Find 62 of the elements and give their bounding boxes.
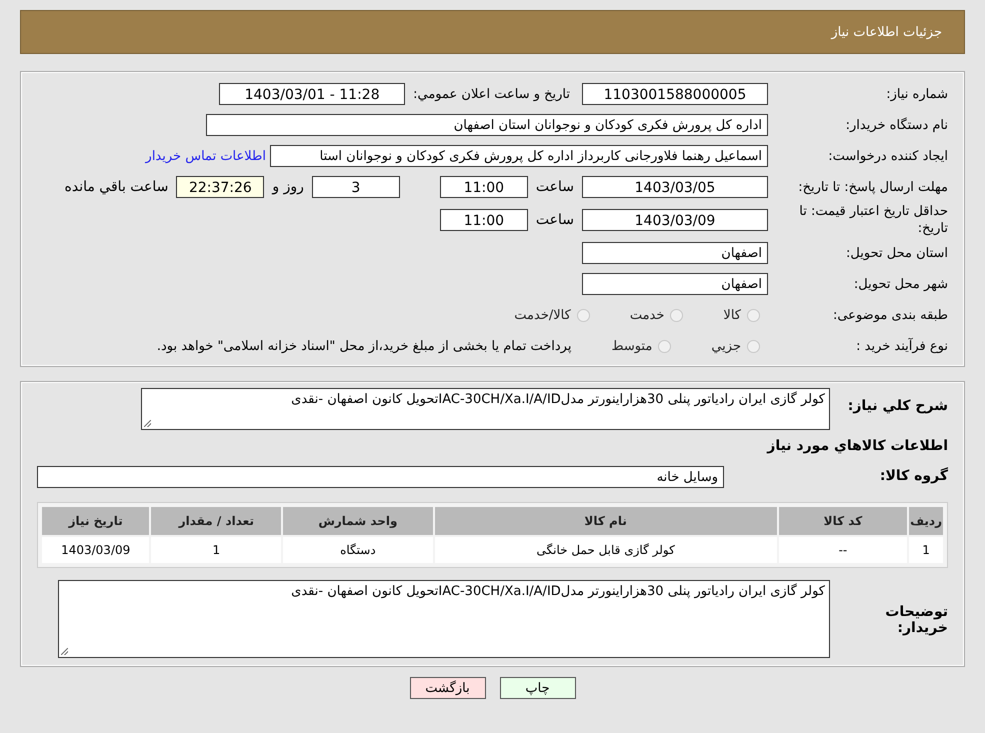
column-header: ردیف (909, 507, 943, 535)
goods-group-field: وسایل خانه (37, 466, 724, 488)
days-label: روز و (272, 179, 304, 195)
announce-date-field: 1403/03/01 - 11:28 (219, 83, 406, 105)
time-label: ساعت (536, 179, 574, 195)
field-label: شماره نیاز: (885, 86, 948, 102)
field-label: حداقل تاریخ اعتبار قیمت: تا تاریخ: (798, 203, 948, 237)
days-field: 3 (312, 176, 400, 198)
field-label: ایجاد کننده درخواست: (827, 148, 948, 164)
province-field: اصفهان (582, 242, 768, 264)
radio-label: کالا (723, 308, 741, 322)
description-field[interactable]: کولر گازی ایران رادیاتور پنلی 30هزاراینورتر مدلIAC-30CH/Xa.I/A/IDتحویل کانون اصفهان -نقدی (141, 388, 830, 430)
field-label: شهر محل تحویل: (852, 276, 948, 292)
radio-button[interactable] (658, 340, 672, 352)
radio-label: خدمت (630, 308, 664, 322)
resize-grip-icon[interactable] (61, 648, 68, 655)
field-label: استان محل تحویل: (845, 244, 948, 262)
column-header: تاریخ نیاز (42, 507, 150, 535)
remaining-label: ساعت باقي مانده (64, 179, 168, 195)
field-label: نوع فرآیند خرید : (855, 338, 948, 354)
radio-button[interactable] (747, 340, 760, 352)
column-header: کد کالا (778, 507, 908, 535)
table-cell: دستگاه (283, 537, 433, 563)
date-field: 1403/03/09 (582, 209, 768, 231)
field-label: مهلت ارسال پاسخ: تا تاریخ: (797, 178, 948, 196)
time-field: 11:00 (440, 176, 528, 198)
table-cell: 1403/03/09 (42, 537, 150, 563)
field-label: نام دستگاه خریدار: (844, 116, 948, 134)
radio-button[interactable] (747, 308, 760, 322)
field-label: گروه کالا: (878, 466, 948, 484)
buyer-org-field: اداره کل پرورش فکری کودکان و نوجوانان استان اصفهان (206, 114, 768, 136)
back-button[interactable]: بازگشت (410, 677, 486, 699)
payment-note: پرداخت تمام یا بخشی از مبلغ خرید،از محل "اسناد خزانه اسلامی" خواهد بود. (156, 338, 572, 354)
time-field: 11:00 (440, 209, 528, 231)
resize-grip-icon[interactable] (144, 420, 151, 427)
table-cell: کولر گازی قابل حمل خانگی (434, 537, 777, 563)
column-header: نام کالا (434, 507, 777, 535)
field-label: تاریخ و ساعت اعلان عمومي: (413, 86, 570, 102)
radio-label: کالا/خدمت (514, 308, 571, 322)
column-header: تعداد / مقدار (151, 507, 282, 535)
requester-field: اسماعیل رهنما فلاورجانی کاربرداز اداره کل پرورش فکری کودکان و نوجوانان استا (270, 145, 768, 167)
city-field: اصفهان (582, 273, 768, 295)
table-cell: 1 (151, 537, 282, 563)
table-cell: 1 (909, 537, 943, 563)
page-title: جزئیات اطلاعات نیاز (831, 24, 942, 40)
radio-label: جزيي (711, 338, 741, 354)
buyer-contact-link[interactable]: اطلاعات تماس خریدار (146, 148, 266, 164)
field-label: طبقه بندی موضوعی: (832, 306, 948, 324)
buyer-notes-field[interactable]: کولر گازی ایران رادیاتور پنلی 30هزاراینورتر مدلIAC-30CH/Xa.I/A/IDتحویل کانون اصفهان -نقدی (58, 580, 830, 658)
column-header: واحد شمارش (283, 507, 433, 535)
field-label: توضیحات خریدار: (884, 603, 948, 636)
section-title: اطلاعات کالاهاي مورد نیاز (766, 438, 948, 454)
field-label: شرح کلي نیاز: (846, 397, 948, 414)
need-number-field: 1103001588000005 (582, 83, 768, 105)
remaining-time-field: 22:37:26 (176, 176, 264, 198)
time-label: ساعت (536, 212, 574, 228)
print-button[interactable]: چاپ (500, 677, 576, 699)
radio-button[interactable] (576, 308, 590, 322)
radio-button[interactable] (670, 308, 684, 322)
date-field: 1403/03/05 (582, 176, 768, 198)
radio-label: متوسط (611, 338, 652, 354)
table-cell: -- (778, 537, 908, 563)
